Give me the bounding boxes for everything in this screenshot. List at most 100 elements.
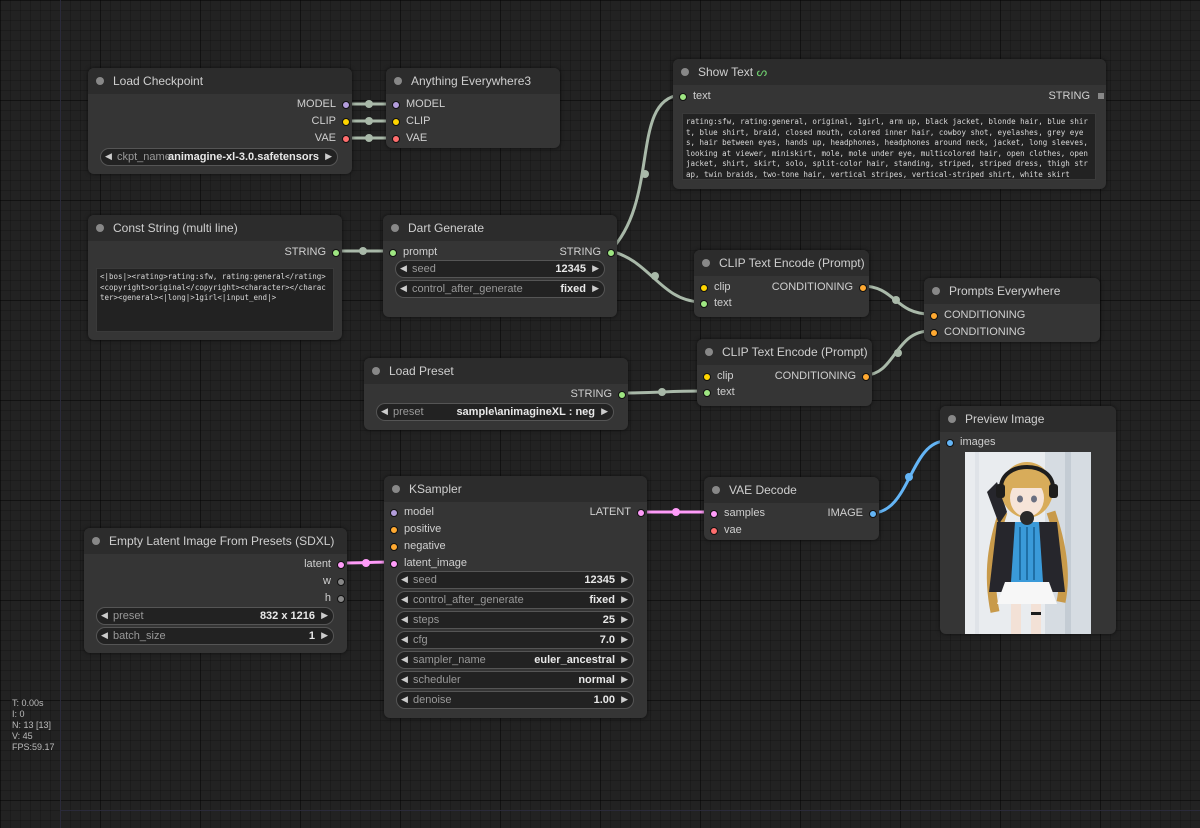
slot-pin-icon[interactable] [710, 510, 718, 518]
widget-control-after-generate[interactable]: ◀ control_after_generate fixed ▶ [396, 591, 634, 609]
input-text[interactable]: text [677, 90, 711, 102]
node-ksampler[interactable]: KSampler model positive negative latent_… [384, 476, 647, 718]
node-title-bar[interactable]: KSampler [384, 476, 647, 502]
arrow-left-icon[interactable]: ◀ [401, 654, 408, 665]
slot-pin-icon[interactable] [332, 249, 340, 257]
slot-pin-icon[interactable] [637, 509, 645, 517]
arrow-right-icon[interactable]: ▶ [621, 694, 628, 705]
node-title-bar[interactable]: Show Text ᔕ [673, 59, 1106, 85]
preview-image-thumbnail[interactable] [965, 452, 1091, 634]
input-clip[interactable]: clip [701, 370, 734, 382]
widget-seed[interactable]: ◀ seed 12345 ▶ [396, 571, 634, 589]
slot-pin-icon[interactable] [700, 300, 708, 308]
arrow-left-icon[interactable]: ◀ [105, 151, 112, 162]
node-title-bar[interactable]: Dart Generate [383, 215, 617, 241]
node-title-bar[interactable]: Anything Everywhere3 [386, 68, 560, 94]
arrow-right-icon[interactable]: ▶ [601, 406, 608, 417]
node-dart-generate[interactable]: Dart Generate prompt STRING ◀ seed 12345… [383, 215, 617, 317]
slot-pin-icon[interactable] [337, 561, 345, 569]
widget-control-after-generate[interactable]: ◀ control_after_generate fixed ▶ [395, 280, 605, 298]
node-load-preset[interactable]: Load Preset STRING ◀ preset sample\anima… [364, 358, 628, 430]
collapse-dot-icon[interactable] [702, 259, 710, 267]
collapse-dot-icon[interactable] [392, 485, 400, 493]
slot-pin-icon[interactable] [869, 510, 877, 518]
slot-pin-icon[interactable] [392, 101, 400, 109]
output-string[interactable]: STRING [1048, 90, 1106, 102]
output-h[interactable]: h [325, 592, 347, 604]
arrow-left-icon[interactable]: ◀ [401, 694, 408, 705]
input-images[interactable]: images [944, 436, 995, 448]
collapse-dot-icon[interactable] [932, 287, 940, 295]
slot-pin-icon[interactable] [930, 312, 938, 320]
collapse-dot-icon[interactable] [92, 537, 100, 545]
input-samples[interactable]: samples [708, 507, 765, 519]
arrow-left-icon[interactable]: ◀ [401, 574, 408, 585]
arrow-left-icon[interactable]: ◀ [401, 634, 408, 645]
input-negative[interactable]: negative [388, 540, 446, 552]
arrow-left-icon[interactable]: ◀ [381, 406, 388, 417]
slot-pin-icon[interactable] [342, 135, 350, 143]
arrow-left-icon[interactable]: ◀ [101, 630, 108, 641]
input-model[interactable]: model [388, 506, 434, 518]
const-string-textarea[interactable]: <|bos|><rating>rating:sfw, rating:genera… [96, 268, 334, 332]
slot-pin-icon[interactable] [337, 578, 345, 586]
input-text[interactable]: text [701, 386, 735, 398]
output-conditioning[interactable]: CONDITIONING [772, 281, 869, 293]
widget-denoise[interactable]: ◀ denoise 1.00 ▶ [396, 691, 634, 709]
widget-sampler-name[interactable]: ◀ sampler_name euler_ancestral ▶ [396, 651, 634, 669]
input-vae[interactable]: vae [708, 524, 742, 536]
output-image[interactable]: IMAGE [828, 507, 879, 519]
output-string[interactable]: STRING [559, 246, 617, 258]
arrow-right-icon[interactable]: ▶ [621, 634, 628, 645]
input-latent-image[interactable]: latent_image [388, 557, 467, 569]
combo-preset[interactable]: ◀ preset 832 x 1216 ▶ [96, 607, 334, 625]
output-latent[interactable]: LATENT [590, 506, 647, 518]
combo-ckpt-name[interactable]: ◀ ckpt_name animagine-xl-3.0.safetensors… [100, 148, 338, 166]
arrow-left-icon[interactable]: ◀ [101, 610, 108, 621]
node-title-bar[interactable]: Empty Latent Image From Presets (SDXL) [84, 528, 347, 554]
slot-pin-icon[interactable] [703, 389, 711, 397]
node-empty-latent-presets[interactable]: Empty Latent Image From Presets (SDXL) l… [84, 528, 347, 653]
slot-pin-icon[interactable] [342, 118, 350, 126]
output-string[interactable]: STRING [570, 388, 628, 400]
collapse-dot-icon[interactable] [681, 68, 689, 76]
node-title-bar[interactable]: CLIP Text Encode (Prompt) [694, 250, 869, 276]
arrow-left-icon[interactable]: ◀ [400, 283, 407, 294]
input-text[interactable]: text [698, 297, 732, 309]
node-title-bar[interactable]: Load Preset [364, 358, 628, 384]
slot-pin-icon[interactable] [679, 93, 687, 101]
slot-pin-icon[interactable] [946, 439, 954, 447]
input-model[interactable]: MODEL [390, 98, 445, 110]
arrow-right-icon[interactable]: ▶ [621, 574, 628, 585]
widget-scheduler[interactable]: ◀ scheduler normal ▶ [396, 671, 634, 689]
slot-pin-icon[interactable] [390, 509, 398, 517]
slot-pin-icon[interactable] [700, 284, 708, 292]
node-anything-everywhere[interactable]: Anything Everywhere3 MODEL CLIP VAE [386, 68, 560, 148]
slot-pin-icon[interactable] [337, 595, 345, 603]
output-latent[interactable]: latent [304, 558, 347, 570]
node-title-bar[interactable]: Preview Image [940, 406, 1116, 432]
arrow-left-icon[interactable]: ◀ [400, 263, 407, 274]
slot-pin-icon[interactable] [859, 284, 867, 292]
output-w[interactable]: w [323, 575, 347, 587]
arrow-left-icon[interactable]: ◀ [401, 614, 408, 625]
node-title-bar[interactable]: VAE Decode [704, 477, 879, 503]
slot-pin-icon[interactable] [862, 373, 870, 381]
arrow-right-icon[interactable]: ▶ [621, 674, 628, 685]
node-prompts-everywhere[interactable]: Prompts Everywhere CONDITIONING CONDITIO… [924, 278, 1100, 342]
arrow-right-icon[interactable]: ▶ [325, 151, 332, 162]
arrow-right-icon[interactable]: ▶ [592, 263, 599, 274]
output-vae[interactable]: VAE [315, 132, 352, 144]
slot-pin-icon[interactable] [390, 526, 398, 534]
slot-pin-icon[interactable] [710, 527, 718, 535]
node-title-bar[interactable]: Prompts Everywhere [924, 278, 1100, 304]
arrow-right-icon[interactable]: ▶ [621, 654, 628, 665]
node-load-checkpoint[interactable]: Load Checkpoint MODEL CLIP VAE ◀ ckpt_na… [88, 68, 352, 174]
widget-seed[interactable]: ◀ seed 12345 ▶ [395, 260, 605, 278]
collapse-dot-icon[interactable] [391, 224, 399, 232]
input-prompt[interactable]: prompt [387, 246, 437, 258]
node-title-bar[interactable]: Const String (multi line) [88, 215, 342, 241]
slot-pin-icon[interactable] [389, 249, 397, 257]
collapse-dot-icon[interactable] [948, 415, 956, 423]
widget-steps[interactable]: ◀ steps 25 ▶ [396, 611, 634, 629]
